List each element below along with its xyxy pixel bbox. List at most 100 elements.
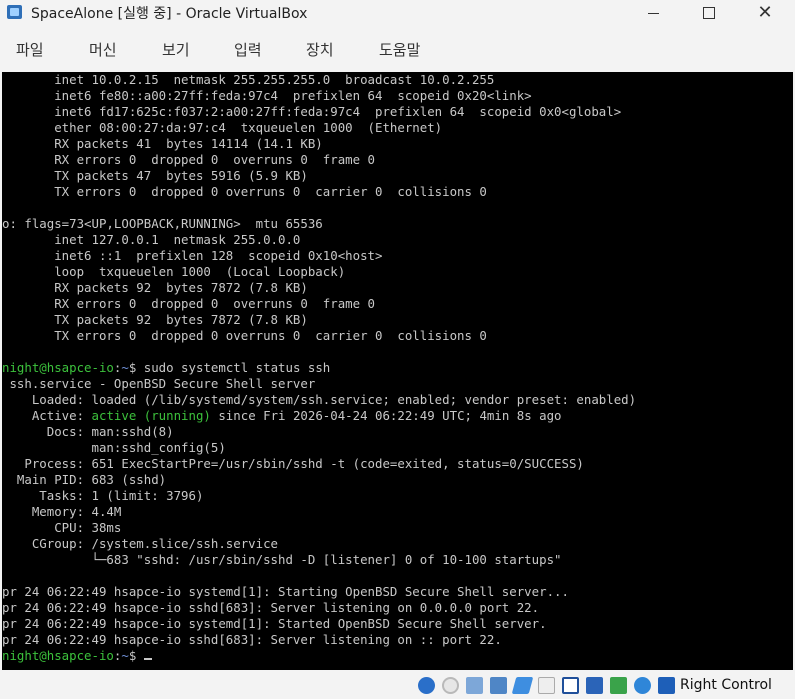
host-key-label[interactable]: Right Control — [680, 677, 772, 693]
maximize-icon — [703, 7, 715, 19]
terminal-text: pr 24 06:22:49 hsapce-io systemd[1]: Sta… — [2, 616, 547, 631]
terminal-text: inet6 ::1 prefixlen 128 scopeid 0x10<hos… — [2, 248, 383, 263]
terminal-text: Main PID: 683 (sshd) — [2, 472, 167, 487]
terminal-line: RX errors 0 dropped 0 overruns 0 frame 0 — [2, 296, 375, 312]
terminal-text: night@hsapce-io — [2, 360, 114, 375]
terminal-text: inet6 fd17:625c:f037:2:a00:27ff:feda:97c… — [2, 104, 622, 119]
terminal-line: inet 127.0.0.1 netmask 255.0.0.0 — [2, 232, 300, 248]
close-button[interactable]: ✕ — [737, 0, 793, 26]
terminal-line: Memory: 4.4M — [2, 504, 122, 520]
keyboard-icon[interactable] — [658, 677, 675, 694]
menu-devices[interactable]: 장치 — [306, 39, 334, 60]
terminal-line: Docs: man:sshd(8) — [2, 424, 174, 440]
terminal-line: pr 24 06:22:49 hsapce-io systemd[1]: Sta… — [2, 584, 569, 600]
terminal-text: active (running) — [91, 408, 211, 423]
terminal-line: CPU: 38ms — [2, 520, 121, 536]
terminal-line: Process: 651 ExecStartPre=/usr/sbin/sshd… — [2, 456, 584, 472]
terminal-text: night@hsapce-io — [2, 648, 114, 663]
terminal-line: ssh.service - OpenBSD Secure Shell serve… — [2, 376, 315, 392]
terminal-text: ether 08:00:27:da:97:c4 txqueuelen 1000 … — [2, 120, 443, 135]
terminal-text: Memory: 4.4M — [2, 504, 122, 519]
terminal-text: inet 127.0.0.1 netmask 255.0.0.0 — [2, 232, 301, 247]
menu-machine[interactable]: 머신 — [89, 39, 117, 60]
terminal-line: Loaded: loaded (/lib/systemd/system/ssh.… — [2, 392, 636, 408]
minimize-button[interactable] — [625, 0, 681, 26]
terminal-text: Tasks: 1 (limit: 3796) — [2, 488, 204, 503]
terminal-line: ether 08:00:27:da:97:c4 txqueuelen 1000 … — [2, 120, 442, 136]
menu-view[interactable]: 보기 — [162, 39, 190, 60]
close-icon: ✕ — [757, 2, 773, 23]
terminal-line: inet6 fd17:625c:f037:2:a00:27ff:feda:97c… — [2, 104, 621, 120]
usb-icon[interactable] — [511, 677, 534, 694]
recording-icon[interactable] — [586, 677, 603, 694]
terminal-line: TX errors 0 dropped 0 overruns 0 carrier… — [2, 328, 487, 344]
terminal-line: CGroup: /system.slice/ssh.service — [2, 536, 278, 552]
display-icon[interactable] — [562, 677, 579, 694]
terminal-line: Active: active (running) since Fri 2026-… — [2, 408, 562, 424]
terminal-line: TX packets 92 bytes 7872 (7.8 KB) — [2, 312, 308, 328]
terminal-text: man:sshd_config(5) — [2, 440, 226, 455]
terminal-line: pr 24 06:22:49 hsapce-io systemd[1]: Sta… — [2, 616, 547, 632]
audio-icon[interactable] — [466, 677, 483, 694]
terminal-text: TX errors 0 dropped 0 overruns 0 carrier… — [2, 328, 487, 343]
terminal-text: Docs: man:sshd(8) — [2, 424, 174, 439]
menu-file[interactable]: 파일 — [16, 39, 44, 60]
terminal-text: RX packets 41 bytes 14114 (14.1 KB) — [2, 136, 323, 151]
terminal-text: ~ — [121, 648, 129, 663]
terminal-line: pr 24 06:22:49 hsapce-io sshd[683]: Serv… — [2, 600, 539, 616]
terminal-text: $ — [128, 648, 144, 663]
terminal-line: pr 24 06:22:49 hsapce-io sshd[683]: Serv… — [2, 632, 502, 648]
terminal-text: CPU: 38ms — [2, 520, 122, 535]
vm-console-screen[interactable]: inet 10.0.2.15 netmask 255.255.255.0 bro… — [2, 72, 793, 670]
mouse-integration-icon[interactable] — [634, 677, 651, 694]
terminal-text: Process: 651 ExecStartPre=/usr/sbin/sshd… — [2, 456, 584, 471]
menu-input[interactable]: 입력 — [234, 39, 262, 60]
virtualbox-app-icon — [7, 5, 22, 19]
terminal-text: since Fri 2026-04-24 06:22:49 UTC; 4min … — [210, 408, 562, 423]
optical-drive-icon[interactable] — [442, 677, 459, 694]
terminal-line: RX packets 41 bytes 14114 (14.1 KB) — [2, 136, 323, 152]
terminal-line: loop txqueuelen 1000 (Local Loopback) — [2, 264, 345, 280]
terminal-text: TX packets 47 bytes 5916 (5.9 KB) — [2, 168, 308, 183]
terminal-text: o: flags=73<UP,LOOPBACK,RUNNING> mtu 655… — [2, 216, 323, 231]
status-bar: Right Control — [0, 672, 795, 699]
terminal-line: night@hsapce-io:~$ — [2, 648, 152, 664]
network-icon[interactable] — [490, 677, 507, 694]
terminal-text: TX packets 92 bytes 7872 (7.8 KB) — [2, 312, 308, 327]
terminal-text: pr 24 06:22:49 hsapce-io systemd[1]: Sta… — [2, 584, 569, 599]
terminal-line: inet6 ::1 prefixlen 128 scopeid 0x10<hos… — [2, 248, 382, 264]
terminal-line: Tasks: 1 (limit: 3796) — [2, 488, 203, 504]
shared-folder-icon[interactable] — [538, 677, 555, 694]
terminal-line: TX errors 0 dropped 0 overruns 0 carrier… — [2, 184, 487, 200]
terminal-line: RX errors 0 dropped 0 overruns 0 frame 0 — [2, 152, 375, 168]
terminal-text: CGroup: /system.slice/ssh.service — [2, 536, 279, 551]
terminal-line: man:sshd_config(5) — [2, 440, 226, 456]
maximize-button[interactable] — [681, 0, 737, 26]
terminal-text: ssh.service - OpenBSD Secure Shell serve… — [2, 376, 316, 391]
terminal-line: o: flags=73<UP,LOOPBACK,RUNNING> mtu 655… — [2, 216, 323, 232]
hard-disk-icon[interactable] — [418, 677, 435, 694]
terminal-text: Active: — [2, 408, 92, 423]
terminal-text: inet 10.0.2.15 netmask 255.255.255.0 bro… — [2, 72, 495, 87]
terminal-text: inet6 fe80::a00:27ff:feda:97c4 prefixlen… — [2, 88, 532, 103]
title-bar[interactable]: SpaceAlone [실행 중] - Oracle VirtualBox ✕ — [0, 0, 795, 26]
terminal-line: inet 10.0.2.15 netmask 255.255.255.0 bro… — [2, 72, 494, 88]
terminal-text: pr 24 06:22:49 hsapce-io sshd[683]: Serv… — [2, 600, 540, 615]
terminal-text: ~ — [121, 360, 129, 375]
terminal-text: └─683 "sshd: /usr/sbin/sshd -D [listener… — [2, 552, 562, 567]
menu-bar: 파일 머신 보기 입력 장치 도움말 — [0, 26, 795, 72]
menu-help[interactable]: 도움말 — [379, 39, 420, 60]
cpu-icon[interactable] — [610, 677, 627, 694]
terminal-cursor — [143, 658, 152, 660]
terminal-text: $ sudo systemctl status ssh — [128, 360, 331, 375]
terminal-text: TX errors 0 dropped 0 overruns 0 carrier… — [2, 184, 487, 199]
terminal-text: RX packets 92 bytes 7872 (7.8 KB) — [2, 280, 308, 295]
terminal-text: Loaded: loaded (/lib/systemd/system/ssh.… — [2, 392, 637, 407]
terminal-line: Main PID: 683 (sshd) — [2, 472, 166, 488]
terminal-line: night@hsapce-io:~$ sudo systemctl status… — [2, 360, 330, 376]
terminal-line: RX packets 92 bytes 7872 (7.8 KB) — [2, 280, 308, 296]
terminal-line: TX packets 47 bytes 5916 (5.9 KB) — [2, 168, 308, 184]
terminal-text: RX errors 0 dropped 0 overruns 0 frame 0 — [2, 152, 375, 167]
terminal-text: RX errors 0 dropped 0 overruns 0 frame 0 — [2, 296, 375, 311]
window-title: SpaceAlone [실행 중] - Oracle VirtualBox — [31, 6, 308, 22]
